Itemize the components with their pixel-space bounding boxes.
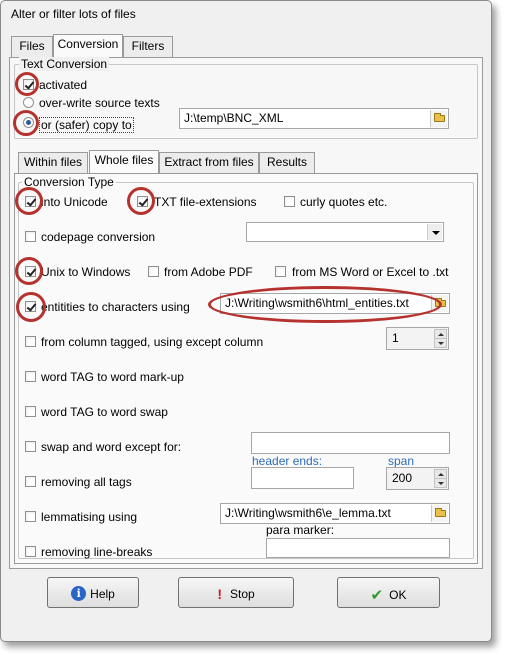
- lemmatising-label: lemmatising using: [41, 510, 138, 524]
- copy-to-radio[interactable]: [23, 117, 34, 128]
- browse-folder-button[interactable]: [430, 110, 447, 127]
- span-stepper[interactable]: 200: [386, 467, 449, 490]
- swap-word-checkbox[interactable]: [25, 441, 36, 452]
- removing-tags-checkbox[interactable]: [25, 476, 36, 487]
- word-tag-swap-checkbox[interactable]: [25, 406, 36, 417]
- tab-conversion[interactable]: Conversion: [53, 34, 123, 57]
- swap-word-label: swap and word except for:: [41, 440, 182, 454]
- word-tag-markup-checkbox[interactable]: [25, 371, 36, 382]
- word-tag-markup-label: word TAG to word mark-up: [41, 370, 184, 384]
- help-icon: i: [71, 586, 87, 602]
- conversion-type-title: Conversion Type: [22, 175, 116, 189]
- word-tag-swap-label: word TAG to word swap: [41, 405, 168, 419]
- unix-to-windows-label: Unix to Windows: [41, 265, 131, 279]
- activated-label: activated: [39, 78, 88, 92]
- lemmatising-checkbox[interactable]: [25, 511, 36, 522]
- header-ends-label: header ends:: [252, 454, 323, 468]
- para-marker-label: para marker:: [266, 523, 335, 537]
- folder-icon: [435, 508, 446, 517]
- entities-checkbox[interactable]: [25, 301, 36, 312]
- tab-within-files[interactable]: Within files: [18, 152, 88, 173]
- chevron-down-icon[interactable]: [427, 224, 442, 240]
- copy-to-label: or (safer) copy to: [39, 117, 134, 133]
- column-tagged-checkbox[interactable]: [25, 336, 36, 347]
- from-msword-checkbox[interactable]: [275, 266, 286, 277]
- exclamation-icon: !: [217, 586, 222, 602]
- codepage-select[interactable]: [246, 222, 444, 242]
- from-adobe-checkbox[interactable]: [148, 266, 159, 277]
- removing-tags-label: removing all tags: [41, 475, 132, 489]
- tab-results[interactable]: Results: [259, 152, 315, 173]
- title-bar[interactable]: Alter or filter lots of files: [1, 1, 491, 27]
- activated-checkbox[interactable]: [23, 79, 34, 90]
- dialog-window: Alter or filter lots of files Files Conv…: [0, 0, 492, 642]
- checkmark-icon: ✔: [370, 587, 384, 604]
- folder-icon: [434, 113, 445, 122]
- removing-linebreaks-label: removing line-breaks: [41, 545, 153, 559]
- tab-files[interactable]: Files: [11, 36, 53, 57]
- removing-linebreaks-checkbox[interactable]: [25, 546, 36, 557]
- spin-down-icon[interactable]: [434, 338, 447, 348]
- except-column-stepper[interactable]: 1: [386, 327, 449, 350]
- entities-path-field[interactable]: J:\Writing\wsmith6\html_entities.txt: [220, 293, 450, 314]
- browse-lemma-button[interactable]: [431, 505, 448, 522]
- from-adobe-label: from Adobe PDF: [164, 265, 253, 279]
- tab-whole-files[interactable]: Whole files: [89, 150, 159, 173]
- header-ends-field[interactable]: [251, 467, 354, 489]
- except-for-field[interactable]: [251, 432, 450, 454]
- stop-button[interactable]: ! Stop: [178, 577, 294, 608]
- browse-entities-button[interactable]: [431, 295, 448, 312]
- codepage-label: codepage conversion: [41, 230, 156, 244]
- into-unicode-checkbox[interactable]: [25, 196, 36, 207]
- window-title: Alter or filter lots of files: [11, 7, 136, 21]
- spin-down-icon[interactable]: [434, 478, 447, 488]
- into-unicode-label: into Unicode: [41, 195, 108, 209]
- overwrite-label: over-write source texts: [39, 96, 160, 110]
- curly-quotes-checkbox[interactable]: [284, 196, 295, 207]
- tab-filters[interactable]: Filters: [123, 36, 173, 57]
- overwrite-radio[interactable]: [23, 97, 34, 108]
- entities-label: entitities to characters using: [41, 300, 190, 314]
- codepage-checkbox[interactable]: [25, 231, 36, 242]
- lemma-path-field[interactable]: J:\Writing\wsmith6\e_lemma.txt: [220, 503, 450, 524]
- copy-to-path-field[interactable]: J:\temp\BNC_XML: [179, 108, 449, 129]
- curly-quotes-label: curly quotes etc.: [300, 195, 388, 209]
- help-button[interactable]: i Help: [47, 577, 139, 608]
- from-msword-label: from MS Word or Excel to .txt: [292, 265, 449, 279]
- txt-extensions-checkbox[interactable]: [137, 196, 148, 207]
- tab-extract-from-files[interactable]: Extract from files: [159, 152, 259, 173]
- text-conversion-title: Text Conversion: [19, 57, 110, 71]
- folder-icon: [435, 298, 446, 307]
- para-marker-field[interactable]: [266, 538, 450, 558]
- unix-to-windows-checkbox[interactable]: [25, 266, 36, 277]
- txt-extensions-label: TXT file-extensions: [154, 195, 257, 209]
- column-tagged-label: from column tagged, using except column: [41, 335, 264, 349]
- span-label: span: [388, 454, 415, 468]
- ok-button[interactable]: ✔ OK: [337, 577, 440, 608]
